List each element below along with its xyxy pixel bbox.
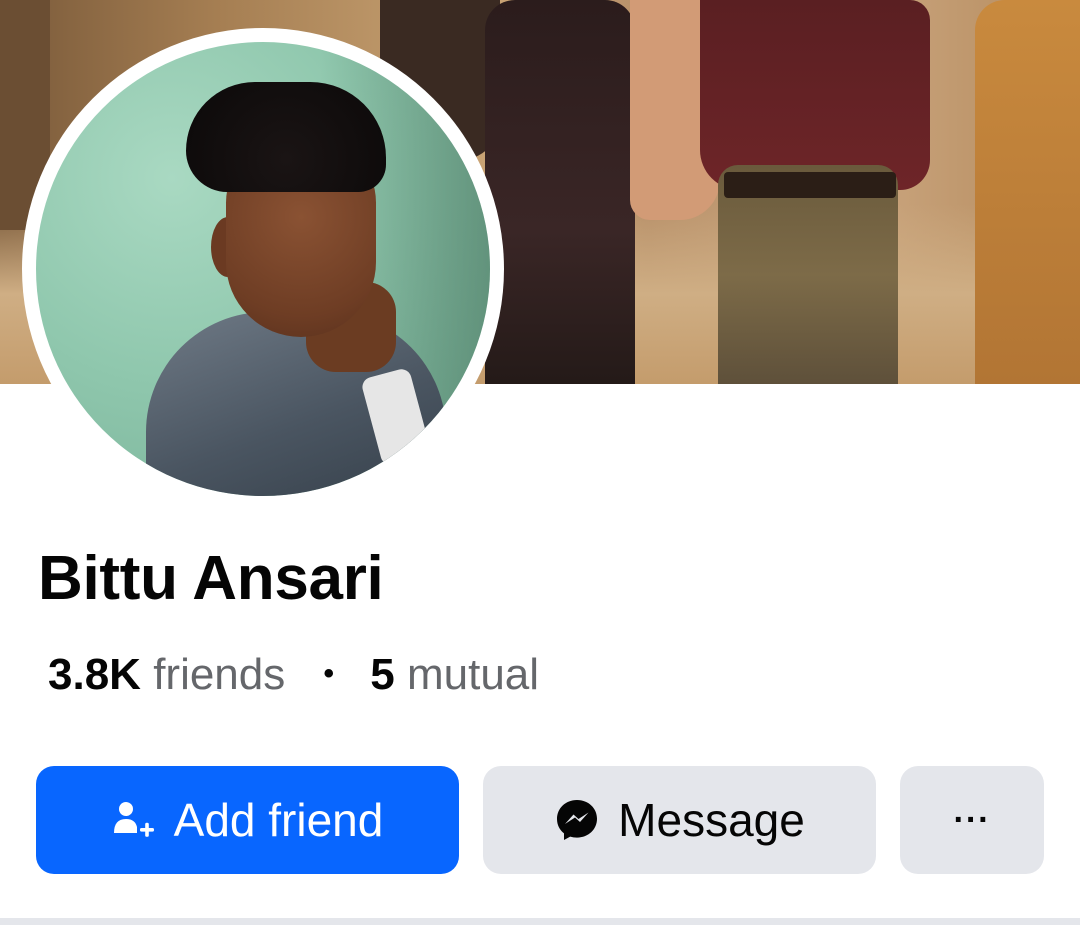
more-icon: ··· <box>953 801 991 839</box>
add-friend-label: Add friend <box>173 794 384 846</box>
messenger-icon <box>554 797 600 843</box>
profile-stats: 3.8K friends • 5 mutual <box>48 653 539 697</box>
cover-figure <box>700 0 930 190</box>
more-options-button[interactable]: ··· <box>900 766 1044 874</box>
cover-figure <box>975 0 1080 384</box>
profile-picture[interactable] <box>22 28 504 510</box>
cover-figure-belt <box>724 172 896 198</box>
profile-name: Bittu Ansari <box>38 544 384 613</box>
add-friend-button[interactable]: Add friend <box>36 766 459 874</box>
mutual-label: mutual <box>406 650 540 699</box>
section-divider <box>0 918 1080 925</box>
cover-figure <box>485 0 635 384</box>
friends-link[interactable]: 3.8K friends <box>48 650 298 699</box>
mutual-count: 5 <box>370 650 395 699</box>
message-label: Message <box>618 794 805 846</box>
mutual-friends-link[interactable]: 5 mutual <box>370 650 539 699</box>
stats-separator: • <box>323 657 335 690</box>
friends-label: friends <box>153 650 286 699</box>
profile-picture-image <box>36 42 490 496</box>
add-person-icon <box>112 800 156 840</box>
friends-count: 3.8K <box>48 650 141 699</box>
avatar-hair <box>186 82 386 192</box>
message-button[interactable]: Message <box>483 766 876 874</box>
